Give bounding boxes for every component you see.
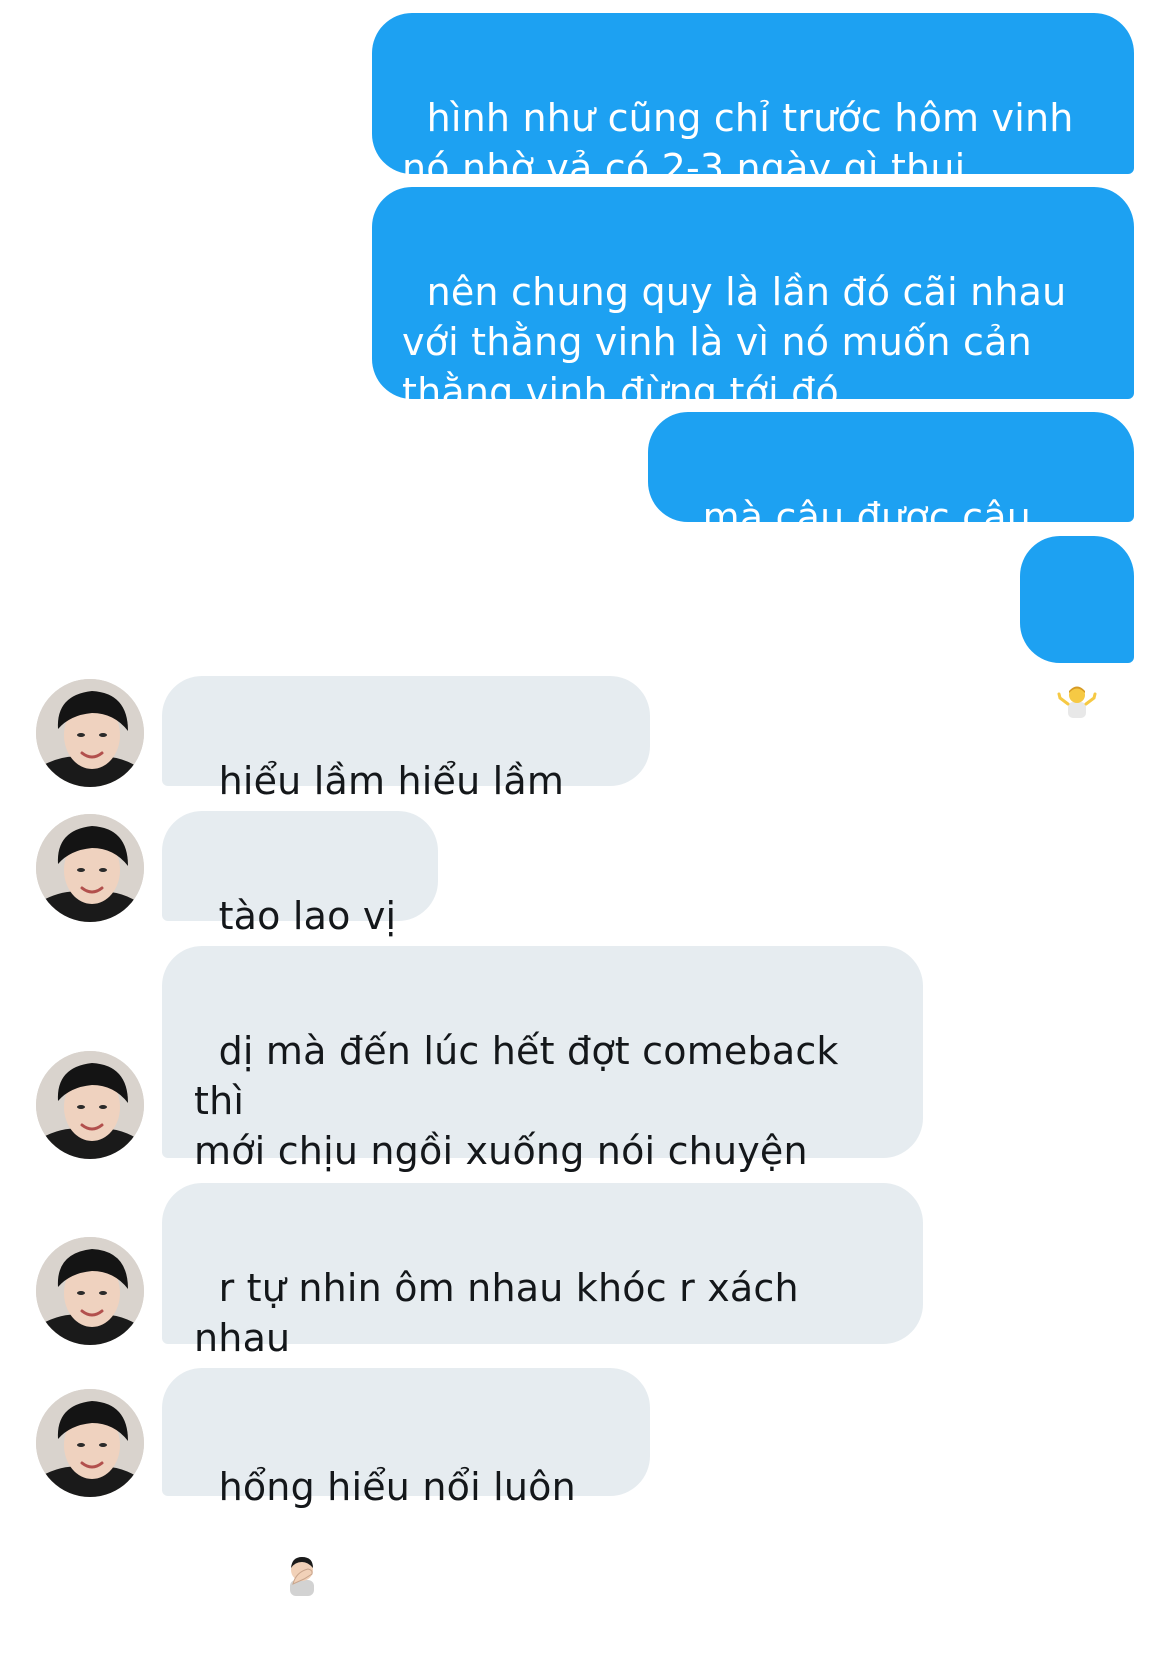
avatar[interactable] (36, 1389, 144, 1497)
sent-message-bubble[interactable]: hình như cũng chỉ trước hôm vinh nó nhờ … (372, 13, 1134, 190)
person-shrugging-icon (1057, 582, 1134, 782)
avatar[interactable] (36, 814, 144, 922)
avatar[interactable] (36, 1237, 144, 1345)
avatar[interactable] (36, 679, 144, 787)
message-text: nên chung quy là lần đó cãi nhau với thằ… (402, 270, 1067, 414)
message-text: hổng hiểu nổi luôn (218, 1465, 576, 1509)
person-facepalming-icon (231, 1504, 324, 1658)
received-message-bubble[interactable]: r tự nhin ôm nhau khóc r xách nhau đi nh… (162, 1183, 923, 1410)
received-message-bubble[interactable]: tào lao vị ó (162, 811, 438, 988)
message-text: hình như cũng chỉ trước hôm vinh nó nhờ … (402, 96, 1074, 190)
received-message-bubble[interactable]: dị mà đến lúc hết đợt comeback thì mới c… (162, 946, 923, 1223)
received-message-bubble[interactable]: hiểu lầm hiểu lầm hoy (162, 676, 650, 853)
sent-emoji-bubble[interactable] (1020, 536, 1134, 718)
received-message-bubble[interactable]: hổng hiểu nổi luôn (162, 1368, 650, 1596)
sent-message-bubble[interactable]: mà câu được câu mất (648, 412, 1134, 589)
sent-message-bubble[interactable]: nên chung quy là lần đó cãi nhau với thằ… (372, 187, 1134, 414)
avatar[interactable] (36, 1051, 144, 1159)
message-text: mà câu được câu mất (678, 495, 1044, 589)
